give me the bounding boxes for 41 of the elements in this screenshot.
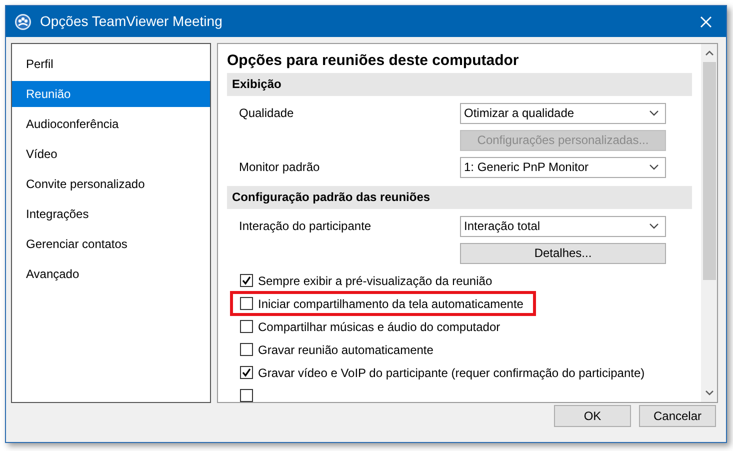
sidebar-item[interactable]: Avançado <box>12 261 210 287</box>
sidebar-item[interactable]: Audioconferência <box>12 111 210 137</box>
window-title: Opções TeamViewer Meeting <box>40 12 222 31</box>
app-logo-icon <box>14 12 32 30</box>
checkbox[interactable] <box>240 366 253 379</box>
checkbox-label: Gravar vídeo e VoIP do participante (requer confirmação do participante) <box>258 364 645 382</box>
dropdown[interactable]: Otimizar a qualidade <box>460 102 666 124</box>
sidebar-item[interactable]: Reunião <box>12 81 210 107</box>
checkbox[interactable] <box>240 320 253 333</box>
field-label: Monitor padrão <box>238 159 321 176</box>
dialog-button[interactable]: Cancelar <box>639 405 716 427</box>
section-header: Exibição <box>227 72 692 96</box>
checkbox[interactable] <box>240 343 253 356</box>
dialog-button[interactable]: OK <box>554 405 631 427</box>
scroll-thumb[interactable] <box>702 62 716 280</box>
checkbox-label: Compartilhar músicas e áudio do computador <box>258 318 500 336</box>
checkbox-label: Gravar reunião automaticamente <box>258 342 434 358</box>
section-header: Configuração padrão das reuniões <box>227 186 692 208</box>
chevron-down-icon <box>649 110 659 116</box>
checkbox[interactable] <box>240 389 253 402</box>
dropdown[interactable]: Interação total <box>460 216 666 236</box>
checkbox[interactable] <box>240 297 253 310</box>
scroll-up-icon[interactable] <box>704 50 714 56</box>
field-label: Qualidade <box>238 105 295 122</box>
sidebar-item[interactable]: Gerenciar contatos <box>12 231 210 257</box>
sidebar-item[interactable]: Integrações <box>12 201 210 227</box>
sidebar-item[interactable]: Perfil <box>12 51 210 77</box>
sidebar-item[interactable]: Vídeo <box>12 141 210 167</box>
checkbox[interactable] <box>240 274 253 287</box>
field-label: Interação do participante <box>238 218 372 235</box>
panel-heading: Opções para reuniões deste computador <box>227 51 520 71</box>
dropdown[interactable]: 1: Generic PnP Monitor <box>460 156 666 178</box>
chevron-down-icon <box>649 164 659 170</box>
action-button[interactable]: Detalhes... <box>460 242 666 264</box>
scroll-down-icon[interactable] <box>704 390 714 396</box>
close-icon[interactable] <box>700 16 712 28</box>
scrollbar[interactable] <box>701 44 717 402</box>
checkbox-label: Iniciar compartilhamento da tela automaticamente <box>258 296 524 312</box>
chevron-down-icon <box>649 223 659 229</box>
sidebar-item[interactable]: Convite personalizado <box>12 171 210 197</box>
checkbox-label: Sempre exibir a pré-visualização da reunião <box>258 272 492 290</box>
